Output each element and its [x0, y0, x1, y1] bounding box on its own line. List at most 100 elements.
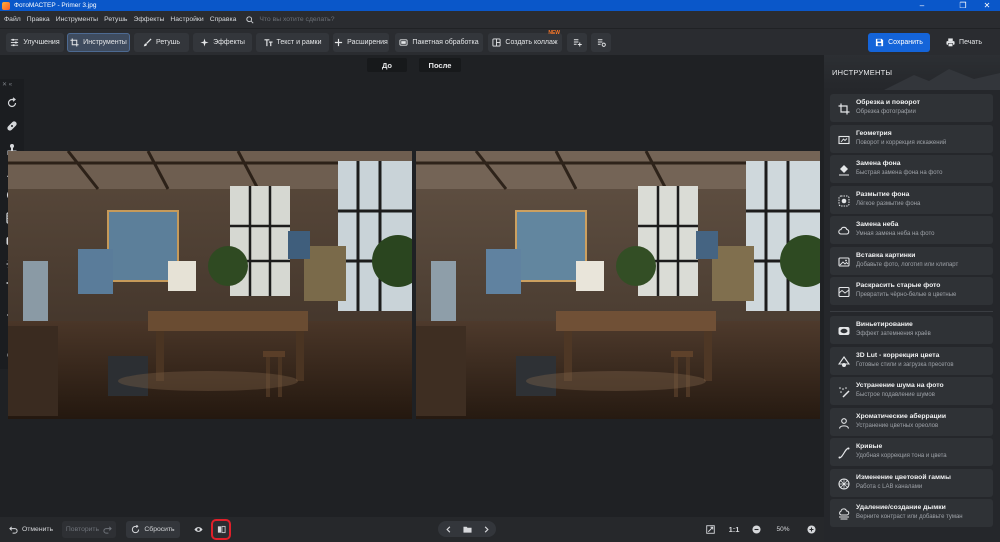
- tool-3d-lut[interactable]: 3D Lut - коррекция цвета Готовые стили и…: [830, 347, 993, 375]
- tab-label: Улучшения: [23, 39, 60, 46]
- save-button[interactable]: Сохранить: [868, 33, 930, 52]
- cloud-icon: [838, 224, 850, 236]
- tool-crop-rotate[interactable]: Обрезка и поворот Обрезка фотографии: [830, 94, 993, 122]
- tab-enhancements[interactable]: Улучшения: [6, 33, 64, 52]
- geometry-icon: [838, 133, 850, 145]
- split-view-icon: [217, 525, 226, 534]
- patch-tool[interactable]: [5, 119, 19, 133]
- search-icon: [246, 15, 254, 24]
- palette-icon: [838, 285, 850, 298]
- new-badge: NEW: [548, 30, 560, 36]
- preview-toggle[interactable]: [190, 521, 206, 538]
- vignette-icon: [838, 324, 850, 336]
- menu-tools[interactable]: Инструменты: [56, 16, 98, 23]
- crop-icon: [70, 38, 79, 47]
- tab-extensions[interactable]: Расширения: [333, 33, 389, 52]
- app-window: ФотоМАСТЕР - Primer 3.jpg – ❐ ✕ Файл Пра…: [0, 0, 1000, 542]
- undo-label: Отменить: [21, 526, 54, 533]
- brush-icon: [143, 38, 152, 47]
- main-toolbar: Улучшения Инструменты Ретушь Эффекты Тек…: [0, 28, 1000, 55]
- menu-file[interactable]: Файл: [4, 16, 21, 23]
- bandage-icon: [7, 121, 17, 131]
- menu-help[interactable]: Справка: [210, 16, 237, 23]
- preset-settings-button[interactable]: [591, 33, 611, 52]
- tool-geometry[interactable]: Геометрия Поворот и коррекция искажений: [830, 125, 993, 153]
- search-input[interactable]: Что вы хотите сделать?: [259, 16, 334, 23]
- floppy-icon: [875, 38, 884, 47]
- zoom-out-button[interactable]: [748, 521, 764, 538]
- list-settings-icon: [597, 39, 606, 47]
- menu-edit[interactable]: Правка: [27, 16, 50, 23]
- tool-title: Кривые: [856, 443, 883, 450]
- prev-image-button[interactable]: [440, 521, 456, 537]
- tool-background-blur[interactable]: Размытие фона Лёгкое размытие фона: [830, 186, 993, 214]
- tool-title: Замена фона: [856, 160, 901, 167]
- image-icon: [838, 255, 850, 267]
- plus-icon: [335, 38, 343, 47]
- tool-chromatic-aberration[interactable]: Хроматические аберрации Устранение цветн…: [830, 408, 993, 436]
- tab-text-frames[interactable]: Текст и рамки: [256, 33, 329, 52]
- menu-settings[interactable]: Настройки: [170, 16, 203, 23]
- tool-title: Удаление/создание дымки: [856, 504, 946, 511]
- tool-subtitle: Добавьте фото, логотип или клипарт: [856, 262, 959, 268]
- tool-curves[interactable]: Кривые Удобная коррекция тона и цвета: [830, 438, 993, 466]
- tab-tools[interactable]: Инструменты: [67, 33, 130, 52]
- bucket-icon: [838, 163, 850, 176]
- tool-denoise[interactable]: Устранение шума на фото Быстрое подавлен…: [830, 377, 993, 405]
- zoom-1to1-button[interactable]: 1:1: [724, 521, 744, 538]
- tool-subtitle: Устранение цветных ореолов: [856, 423, 939, 429]
- zoom-level[interactable]: 50%: [768, 521, 798, 538]
- undo-button[interactable]: Отменить: [6, 521, 56, 538]
- tools-panel-header: ИНСТРУМЕНТЫ: [824, 55, 1000, 90]
- tab-retouch[interactable]: Ретушь: [134, 33, 189, 52]
- zoom-in-button[interactable]: [803, 521, 819, 538]
- blur-icon: [838, 194, 850, 207]
- after-label: После: [419, 58, 461, 72]
- print-label: Печать: [959, 39, 982, 46]
- tab-label: Текст и рамки: [276, 39, 322, 46]
- tool-sky-replace[interactable]: Замена неба Умная замена неба на фото: [830, 216, 993, 244]
- tool-color-gamut[interactable]: Изменение цветовой гаммы Работа с LAB ка…: [830, 469, 993, 497]
- minimize-button[interactable]: –: [911, 0, 933, 11]
- menu-effects[interactable]: Эффекты: [133, 16, 164, 23]
- tab-label: Расширения: [347, 39, 388, 46]
- rotate-tool[interactable]: [5, 96, 19, 110]
- tool-dehaze[interactable]: Удаление/создание дымки Верните контраст…: [830, 499, 993, 527]
- text-icon: [263, 39, 273, 47]
- menu-retouch[interactable]: Ретушь: [104, 16, 127, 23]
- color-wheel-icon: [838, 477, 850, 490]
- tool-title: Устранение шума на фото: [856, 382, 944, 389]
- open-folder-button[interactable]: [459, 521, 475, 537]
- add-preset-button[interactable]: [567, 33, 587, 52]
- tab-label: Ретушь: [155, 39, 181, 46]
- print-button[interactable]: Печать: [934, 33, 994, 52]
- tool-insert-image[interactable]: Вставка картинки Добавьте фото, логотип …: [830, 247, 993, 275]
- panel-divider: [830, 311, 993, 312]
- redo-button[interactable]: Повторить: [62, 521, 116, 538]
- chevron-right-icon: [484, 525, 489, 533]
- batch-processing-button[interactable]: Пакетная обработка: [395, 33, 483, 52]
- reset-label: Сбросить: [144, 526, 175, 533]
- tool-colorize[interactable]: Раскрасить старые фото Превратить чёрно-…: [830, 277, 993, 305]
- title-bar: ФотоМАСТЕР - Primer 3.jpg – ❐ ✕: [0, 0, 1000, 11]
- tool-title: Раскрасить старые фото: [856, 282, 941, 289]
- split-view-button[interactable]: [213, 521, 229, 538]
- menu-search[interactable]: Что вы хотите сделать?: [246, 15, 335, 24]
- eye-icon: [193, 527, 203, 532]
- tool-subtitle: Обрезка фотографии: [856, 109, 916, 115]
- next-image-button[interactable]: [478, 521, 494, 537]
- reset-button[interactable]: Сбросить: [126, 521, 180, 538]
- maximize-button[interactable]: ❐: [952, 0, 974, 11]
- tab-effects[interactable]: Эффекты: [193, 33, 252, 52]
- batch-label: Пакетная обработка: [412, 39, 479, 46]
- tool-background-replace[interactable]: Замена фона Быстрая замена фона на фото: [830, 155, 993, 183]
- fit-screen-button[interactable]: [702, 521, 718, 538]
- tool-subtitle: Работа с LAB каналами: [856, 484, 923, 490]
- tab-label: Инструменты: [83, 39, 127, 46]
- close-button[interactable]: ✕: [976, 0, 998, 11]
- collapse-icon[interactable]: ✕ «: [2, 81, 12, 88]
- tool-vignette[interactable]: Виньетирование Эффект затемнения краёв: [830, 316, 993, 344]
- lut-icon: [837, 355, 851, 367]
- crop-icon: [838, 102, 850, 115]
- create-collage-button[interactable]: Создать коллаж NEW: [488, 30, 562, 52]
